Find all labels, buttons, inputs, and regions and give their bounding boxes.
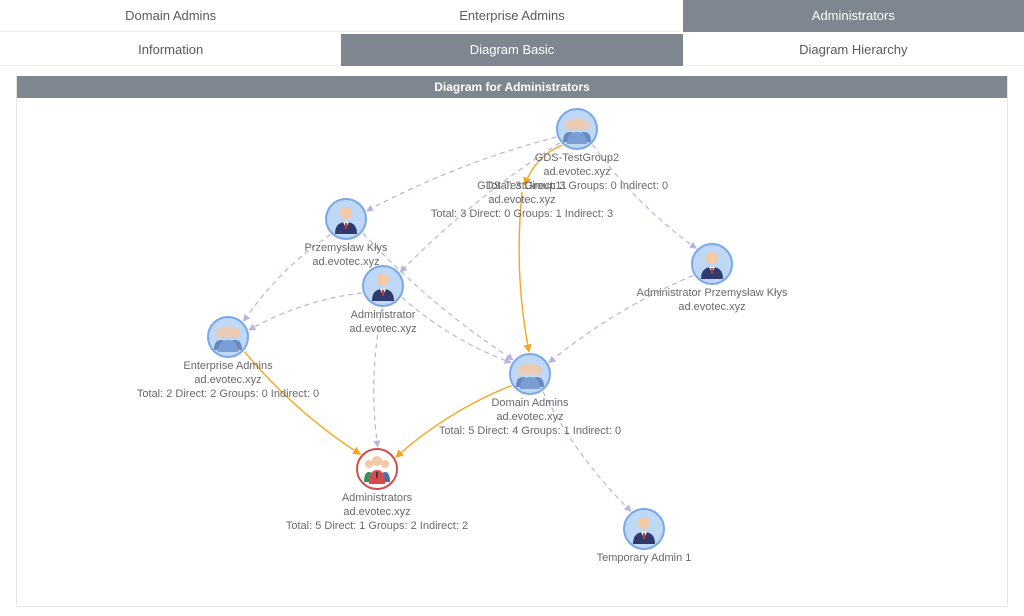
top-tabs: Domain Admins Enterprise Admins Administ… [0, 0, 1024, 32]
sub-tabs: Information Diagram Basic Diagram Hierar… [0, 34, 1024, 66]
node-label-domain: ad.evotec.xyz [431, 194, 613, 208]
diagram-canvas[interactable]: GDS-TestGroup2ad.evotec.xyzTotal: 3 Dire… [17, 98, 1007, 606]
node-label-stats: Total: 5 Direct: 4 Groups: 1 Indirect: 0 [439, 425, 621, 439]
user-icon [623, 508, 665, 550]
target-group-icon [356, 448, 398, 490]
subtab-information[interactable]: Information [0, 34, 341, 66]
node-label-stats: Total: 3 Direct: 0 Groups: 1 Indirect: 3 [431, 208, 613, 222]
subtab-diagram-hierarchy[interactable]: Diagram Hierarchy [683, 34, 1024, 66]
node-label-stats: Total: 2 Direct: 2 Groups: 0 Indirect: 0 [137, 388, 319, 402]
group-icon [509, 353, 551, 395]
node-tempadmin[interactable]: Temporary Admin 1 [544, 508, 744, 566]
node-label: GDS-TestGroup11 ad.evotec.xyzTotal: 3 Dir… [431, 180, 613, 221]
user-icon [362, 265, 404, 307]
node-adminpk[interactable]: Administrator Przemysław Kłys ad.evotec.x… [612, 243, 812, 315]
node-domadmins[interactable]: Domain Admins ad.evotec.xyzTotal: 5 Direc… [430, 353, 630, 438]
node-label-name: GDS-TestGroup11 [477, 180, 567, 192]
node-label: Administrators ad.evotec.xyzTotal: 5 Dire… [286, 492, 468, 533]
node-label-domain: ad.evotec.xyz [137, 374, 319, 388]
node-label-name: Administrators [342, 492, 412, 504]
node-label: Domain Admins ad.evotec.xyzTotal: 5 Direc… [439, 397, 621, 438]
subtab-diagram-basic[interactable]: Diagram Basic [341, 34, 682, 66]
node-label: Administrator ad.evotec.xyz [349, 309, 416, 337]
tab-administrators[interactable]: Administrators [683, 0, 1024, 32]
node-entadmins[interactable]: Enterprise Admins ad.evotec.xyzTotal: 2 D… [128, 316, 328, 401]
node-label-name: Administrator Przemysław Kłys [637, 287, 788, 299]
group-icon [207, 316, 249, 358]
tab-domain-admins[interactable]: Domain Admins [0, 0, 341, 32]
diagram-panel: Diagram for Administrators GDS-TestGroup… [16, 76, 1008, 607]
node-adminsgroup[interactable]: Administrators ad.evotec.xyzTotal: 5 Dire… [277, 448, 477, 533]
node-label-name: Domain Admins [491, 397, 568, 409]
panel-title: Diagram for Administrators [17, 76, 1007, 98]
node-label-name: Przemysław Kłys [304, 242, 387, 254]
node-label-name: Enterprise Admins [183, 360, 272, 372]
tab-enterprise-admins[interactable]: Enterprise Admins [341, 0, 682, 32]
node-przemyslaw[interactable]: Przemysław Kłysad.evotec.xyz [246, 198, 446, 270]
node-label-domain: ad.evotec.xyz [286, 506, 468, 520]
node-label-domain: ad.evotec.xyz [637, 301, 788, 315]
node-label-stats: Total: 5 Direct: 1 Groups: 2 Indirect: 2 [286, 520, 468, 534]
node-label: Administrator Przemysław Kłys ad.evotec.x… [637, 287, 788, 315]
node-gds11[interactable]: GDS-TestGroup11 ad.evotec.xyzTotal: 3 Dir… [422, 178, 622, 221]
node-label-name: GDS-TestGroup2 [535, 152, 619, 164]
user-icon [691, 243, 733, 285]
node-label-domain: ad.evotec.xyz [349, 323, 416, 337]
group-icon [556, 108, 598, 150]
node-label-name: Administrator [351, 309, 416, 321]
node-label: Enterprise Admins ad.evotec.xyzTotal: 2 D… [137, 360, 319, 401]
node-label: Temporary Admin 1 [597, 552, 692, 566]
node-label-name: Temporary Admin 1 [597, 552, 692, 564]
node-label-domain: ad.evotec.xyz [439, 411, 621, 425]
user-icon [325, 198, 367, 240]
